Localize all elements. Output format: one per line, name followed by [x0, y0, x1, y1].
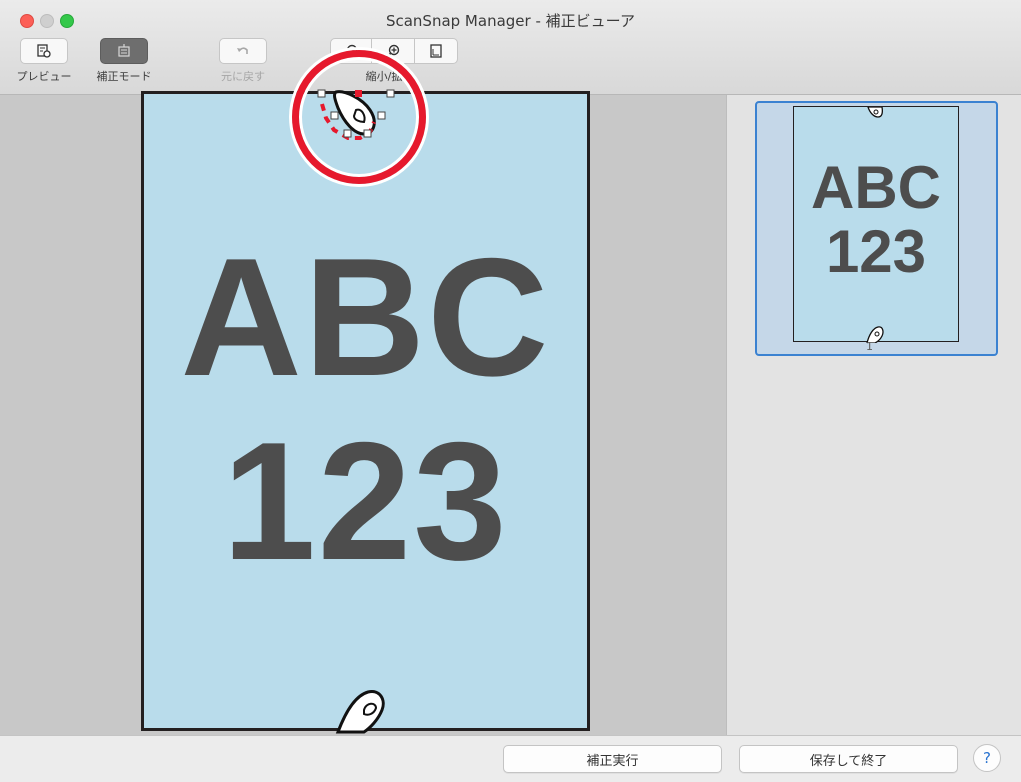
undo-label: 元に戻す — [221, 70, 265, 83]
thumbnail-text-line2: 123 — [825, 218, 927, 285]
highlight-circle — [292, 50, 426, 184]
correction-mode-label: 補正モード — [96, 70, 152, 83]
thumbnail-page-number: 1 — [866, 340, 873, 353]
document-text-line2: 123 — [222, 407, 509, 595]
undo-button[interactable] — [219, 38, 267, 64]
preview-label: プレビュー — [16, 70, 72, 83]
toolbar: ScanSnap Manager - 補正ビューア プレビュー 補正モード 元に… — [0, 0, 1021, 95]
correction-viewer-window: ScanSnap Manager - 補正ビューア プレビュー 補正モード 元に… — [0, 0, 1021, 782]
correction-mode-button[interactable] — [100, 38, 148, 64]
thumbnail-text-line1: ABC — [811, 154, 941, 221]
preview-button[interactable] — [20, 38, 68, 64]
fit-page-button[interactable] — [414, 38, 458, 64]
document-page[interactable]: ABC 123 — [141, 89, 590, 734]
finger-bottom-icon — [335, 690, 385, 734]
apply-correction-button[interactable]: 補正実行 — [503, 745, 722, 773]
correction-mode-icon — [118, 44, 130, 57]
preview-icon — [37, 44, 51, 58]
thumbnail-page[interactable]: ABC 123 — [793, 106, 959, 343]
help-button[interactable]: ? — [973, 744, 1001, 772]
fit-page-icon — [430, 44, 442, 58]
window-title: ScanSnap Manager - 補正ビューア — [385, 12, 636, 30]
undo-icon — [237, 47, 248, 54]
save-and-exit-button[interactable]: 保存して終了 — [739, 745, 958, 773]
document-text-line1: ABC — [180, 223, 551, 411]
thumbnail-finger-top-icon — [867, 107, 884, 118]
